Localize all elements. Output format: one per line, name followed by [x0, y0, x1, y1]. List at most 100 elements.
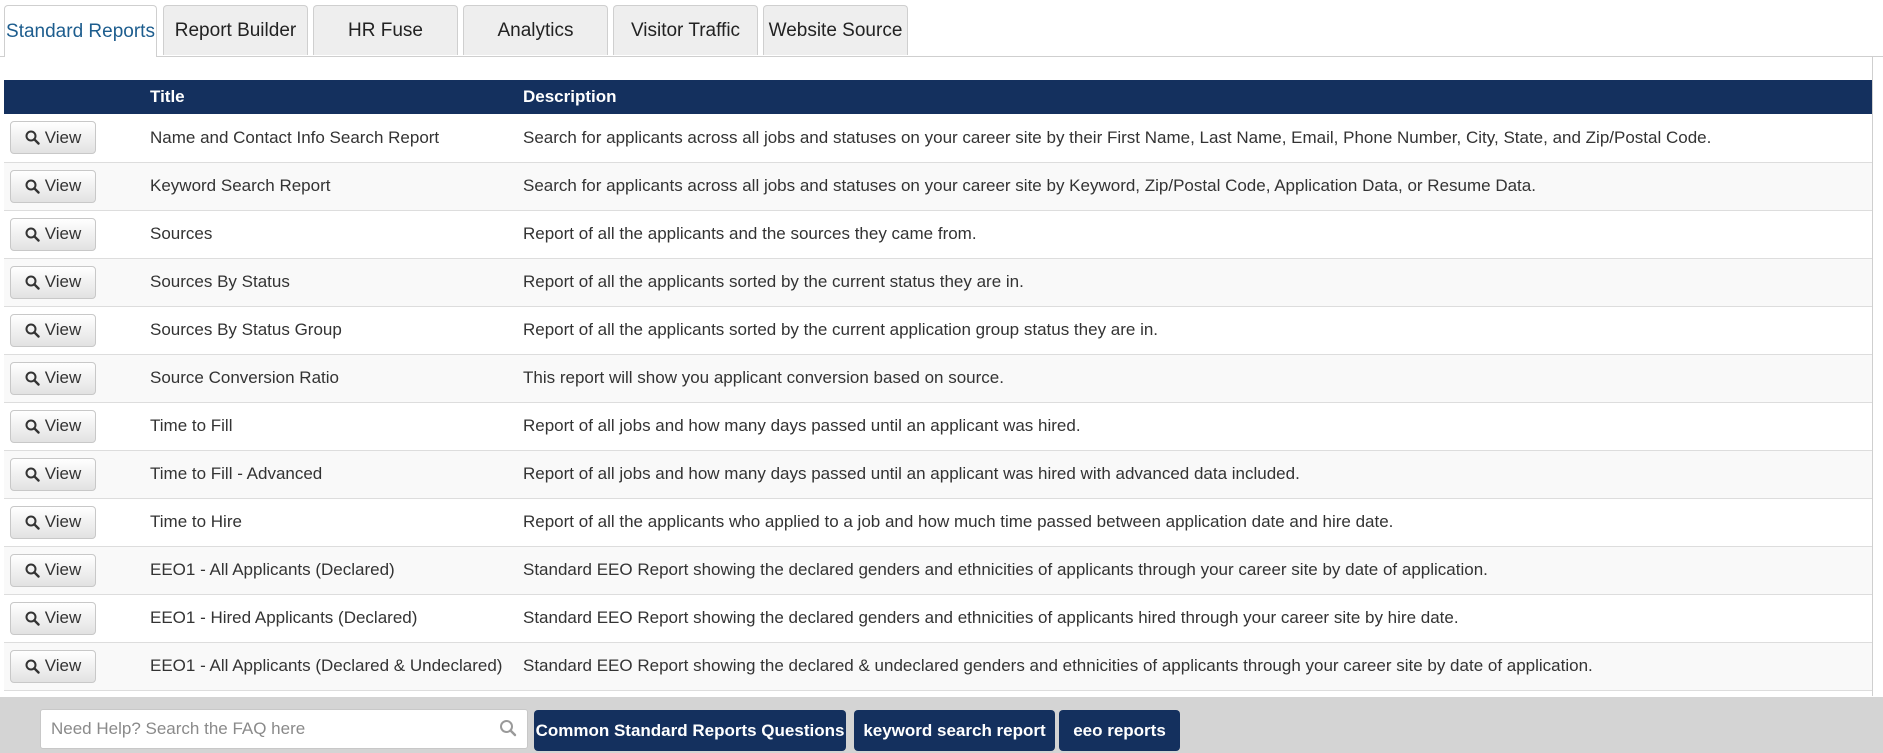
faq-search-box: [40, 709, 528, 749]
report-title: Time to Fill: [150, 416, 233, 435]
help-footer: Common Standard Reports Questions keywor…: [0, 697, 1883, 753]
search-icon: [25, 563, 45, 578]
view-button[interactable]: View: [10, 649, 96, 683]
report-description: Report of all the applicants who applied…: [523, 512, 1394, 531]
table-row: View EEO1 - All Applicants (Declared & Un…: [4, 642, 1872, 690]
column-header-action: [4, 80, 150, 114]
eeo-reports-button[interactable]: eeo reports: [1059, 710, 1180, 751]
search-icon: [25, 275, 45, 290]
table-row: View EEO1 - All Applicants (Declared) Stan…: [4, 546, 1872, 594]
view-button-label: View: [44, 416, 82, 435]
tab-visitor-traffic[interactable]: Visitor Traffic: [613, 5, 758, 55]
table-row: View Sources By Status Group Report of all…: [4, 306, 1872, 354]
table-row: View Name and Contact Info Search Report S…: [4, 114, 1872, 162]
report-description: Standard EEO Report showing the declared…: [523, 560, 1488, 579]
report-description: This report will show you applicant conv…: [523, 368, 1004, 387]
row-action-cell: View: [4, 498, 150, 546]
view-button[interactable]: View: [10, 265, 96, 299]
row-action-cell: View: [4, 450, 150, 498]
table-header-row: Title Description: [4, 80, 1872, 114]
row-action-cell: View: [4, 642, 150, 690]
row-action-cell: View: [4, 354, 150, 402]
report-description: Report of all jobs and how many days pas…: [523, 464, 1300, 483]
report-description: Report of all jobs and how many days pas…: [523, 416, 1081, 435]
table-row: View Time to Hire Report of all the applic…: [4, 498, 1872, 546]
column-header-description: Description: [523, 87, 617, 106]
tab-website-source[interactable]: Website Source: [763, 5, 908, 55]
report-title: Source Conversion Ratio: [150, 368, 339, 387]
row-action-cell: View: [4, 306, 150, 354]
report-title: Time to Hire: [150, 512, 242, 531]
view-button[interactable]: View: [10, 217, 96, 251]
row-action-cell: View: [4, 594, 150, 642]
report-description: Report of all the applicants sorted by t…: [523, 272, 1024, 291]
reports-panel: Title Description View Name and Contact I…: [0, 56, 1873, 696]
report-title: Keyword Search Report: [150, 176, 331, 195]
tab-hr-fuse[interactable]: HR Fuse: [313, 5, 458, 55]
search-icon: [25, 419, 45, 434]
report-description: Standard EEO Report showing the declared…: [523, 608, 1459, 627]
row-action-cell: View: [4, 546, 150, 594]
common-questions-button[interactable]: Common Standard Reports Questions: [534, 710, 846, 751]
report-title: Sources By Status Group: [150, 320, 342, 339]
view-button[interactable]: View: [10, 553, 96, 587]
tab-analytics[interactable]: Analytics: [463, 5, 608, 55]
report-title: Sources: [150, 224, 213, 243]
report-description: Report of all the applicants and the sou…: [523, 224, 977, 243]
table-row: View Sources By Status Report of all the a…: [4, 258, 1872, 306]
search-icon: [25, 371, 45, 386]
view-button[interactable]: View: [10, 457, 96, 491]
view-button[interactable]: View: [10, 169, 96, 203]
view-button-label: View: [44, 656, 82, 675]
view-button-label: View: [44, 320, 82, 339]
view-button-label: View: [44, 512, 82, 531]
table-row: View Keyword Search Report Search for appl…: [4, 162, 1872, 210]
row-action-cell: View: [4, 162, 150, 210]
row-action-cell: View: [4, 402, 150, 450]
search-icon: [25, 659, 45, 674]
report-title: EEO1 - All Applicants (Declared & Undecl…: [150, 656, 503, 675]
report-title: Sources By Status: [150, 272, 290, 291]
faq-search-input[interactable]: [41, 710, 491, 748]
view-button-label: View: [44, 368, 82, 387]
report-title: Time to Fill - Advanced: [150, 464, 323, 483]
view-button-label: View: [44, 608, 82, 627]
view-button[interactable]: View: [10, 505, 96, 539]
row-action-cell: View: [4, 114, 150, 162]
keyword-search-report-button[interactable]: keyword search report: [854, 710, 1055, 751]
tab-report-builder[interactable]: Report Builder: [163, 5, 308, 55]
report-description: Search for applicants across all jobs an…: [523, 127, 1712, 147]
view-button-label: View: [44, 224, 82, 243]
report-title: Name and Contact Info Search Report: [150, 127, 440, 147]
view-button-label: View: [44, 464, 82, 483]
table-row: View Time to Fill Report of all jobs and h…: [4, 402, 1872, 450]
view-button[interactable]: View: [10, 409, 96, 443]
search-icon[interactable]: [499, 719, 517, 742]
report-description: Report of all the applicants sorted by t…: [523, 320, 1159, 339]
view-button-label: View: [44, 560, 82, 579]
view-button[interactable]: View: [10, 121, 96, 155]
view-button-label: View: [44, 176, 82, 195]
search-icon: [25, 179, 45, 194]
view-button[interactable]: View: [10, 361, 96, 395]
column-header-title: Title: [150, 87, 185, 106]
report-description: Search for applicants across all jobs an…: [523, 176, 1536, 195]
row-action-cell: View: [4, 210, 150, 258]
view-button[interactable]: View: [10, 313, 96, 347]
table-row: View Sources Report of all the applicants …: [4, 210, 1872, 258]
search-icon: [25, 323, 45, 338]
view-button[interactable]: View: [10, 601, 96, 635]
report-description: Standard EEO Report showing the declared…: [523, 656, 1593, 675]
table-row: View EEO1 - Hired Applicants (Declared) St…: [4, 594, 1872, 642]
search-icon: [25, 611, 45, 626]
report-title: EEO1 - All Applicants (Declared): [150, 560, 395, 579]
report-tabs: Standard Reports Report Builder HR Fuse …: [0, 0, 1883, 57]
row-action-cell: View: [4, 258, 150, 306]
table-row: View Source Conversion Ratio This report w…: [4, 354, 1872, 402]
view-button-label: View: [44, 127, 82, 147]
view-button-label: View: [44, 272, 82, 291]
tab-standard-reports[interactable]: Standard Reports: [4, 5, 157, 57]
reports-table: Title Description View Name and Contact I…: [4, 80, 1872, 691]
table-row: View Time to Fill - Advanced Report of all…: [4, 450, 1872, 498]
search-icon: [25, 467, 45, 482]
